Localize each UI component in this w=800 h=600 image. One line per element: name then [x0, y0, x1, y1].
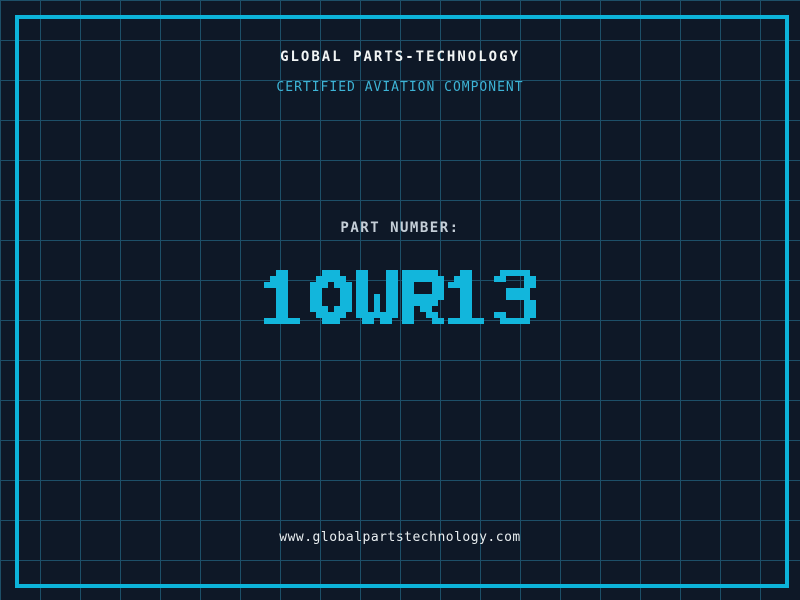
website-url: www.globalpartstechnology.com — [279, 530, 521, 545]
certification-text: CERTIFIED AVIATION COMPONENT — [276, 80, 524, 95]
part-number-value — [264, 270, 536, 324]
part-number-label: PART NUMBER: — [340, 220, 460, 236]
part-number-pixel-text — [264, 270, 536, 324]
company-name: GLOBAL PARTS-TECHNOLOGY — [280, 49, 520, 65]
